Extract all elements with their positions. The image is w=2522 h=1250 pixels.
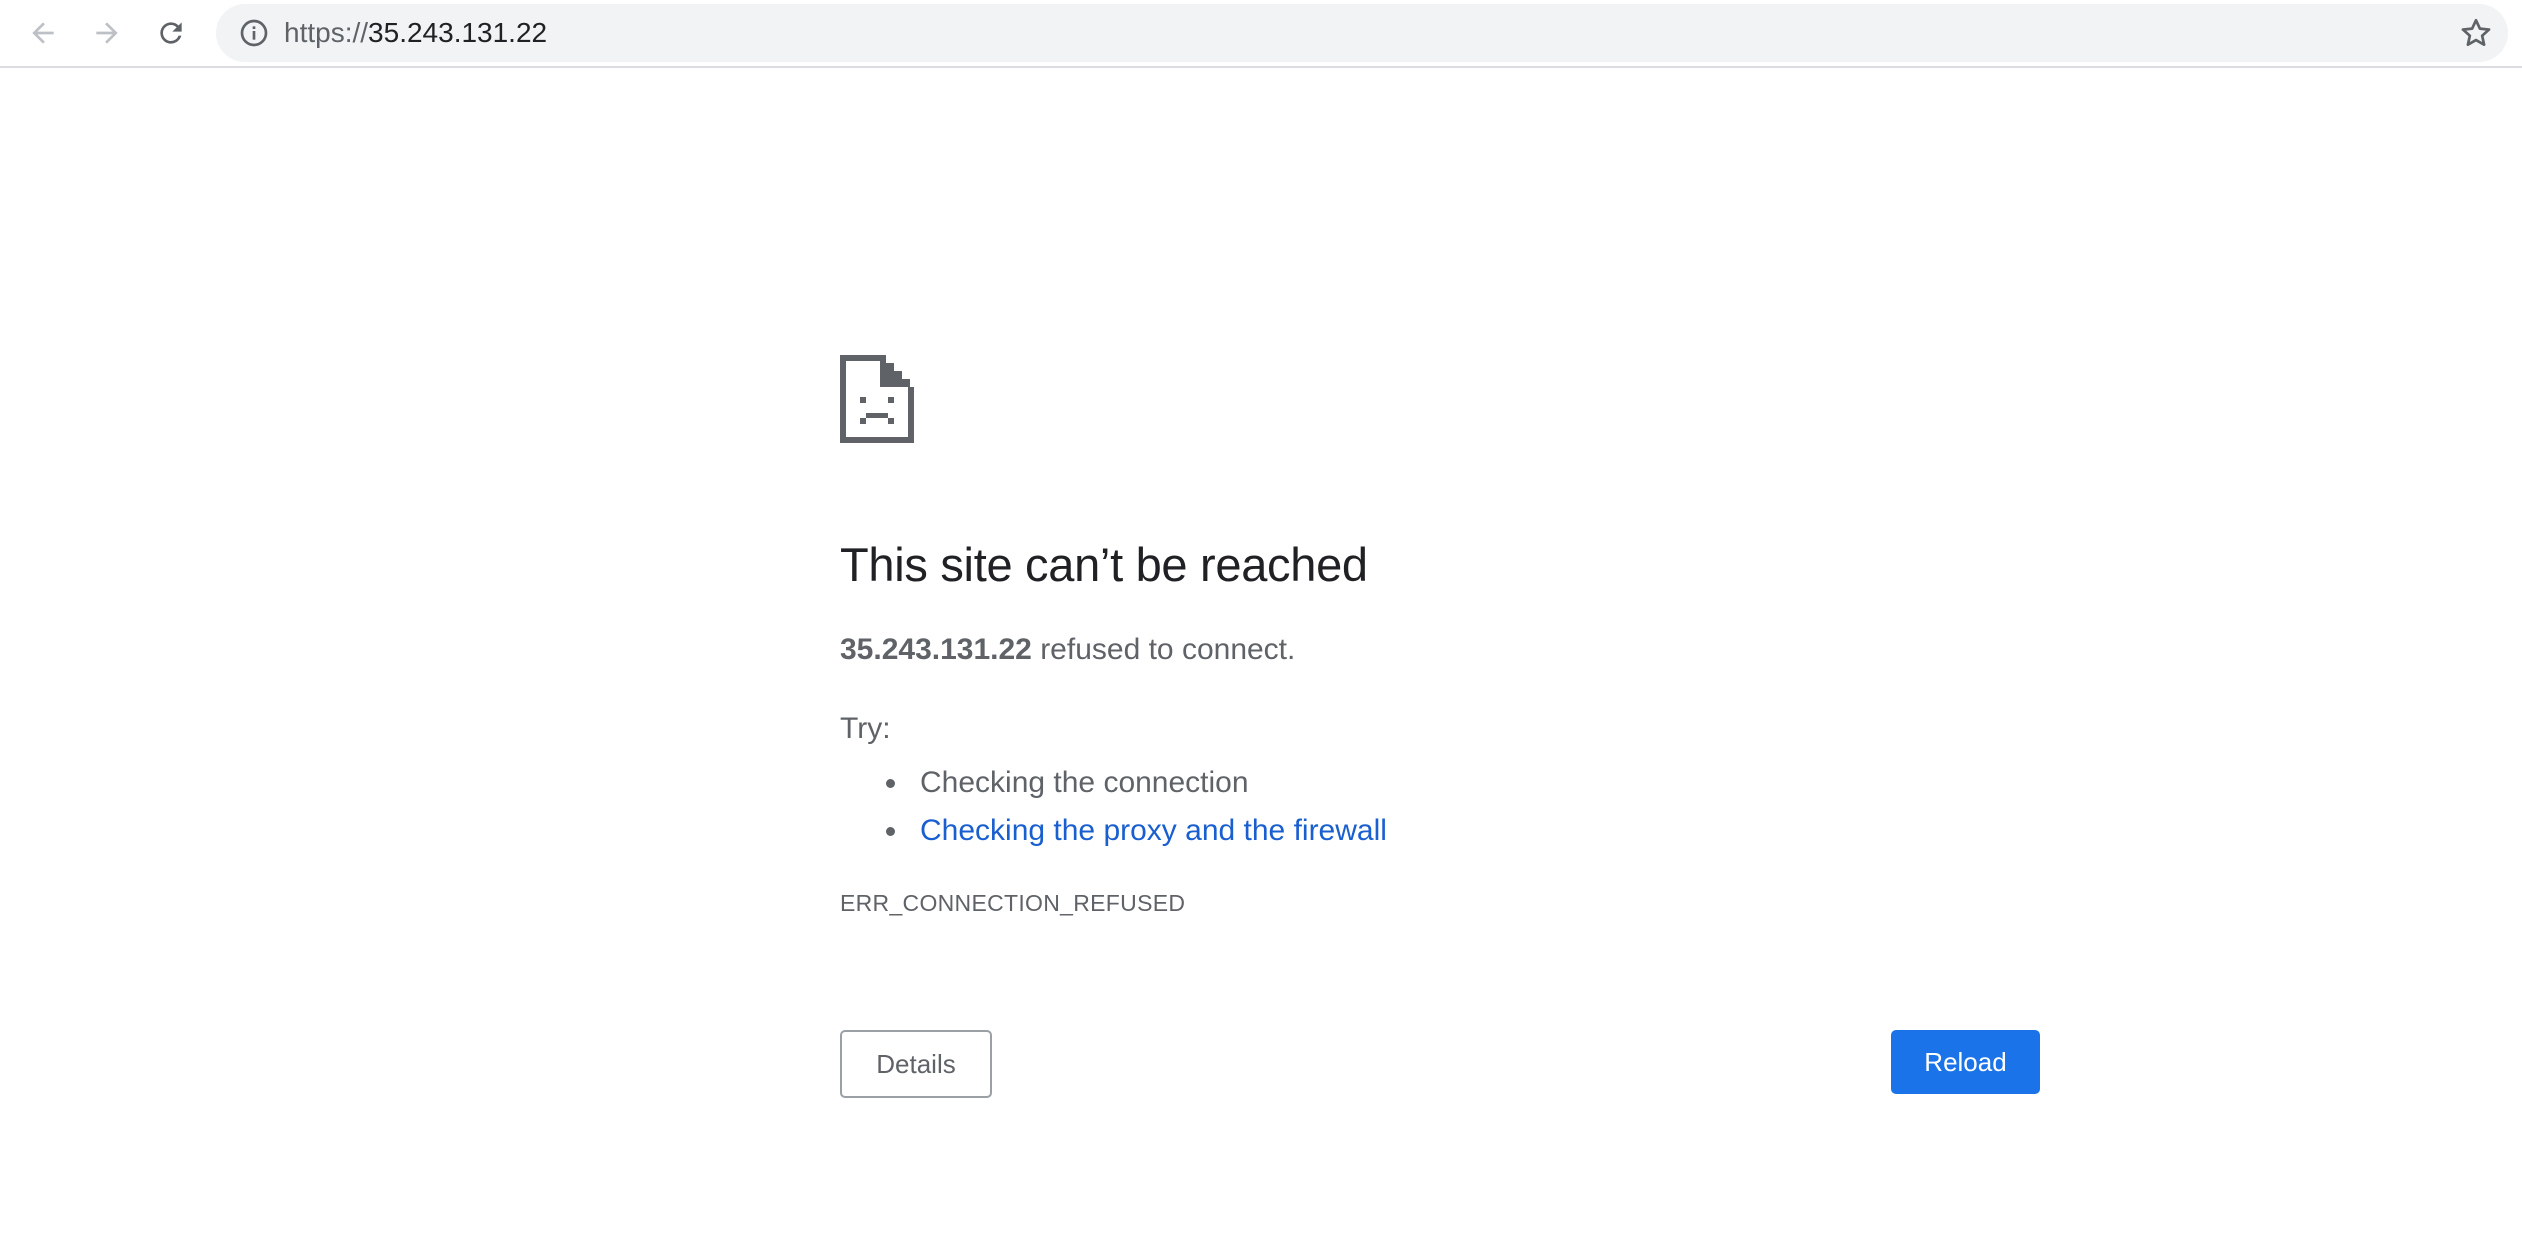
star-icon[interactable] — [2458, 15, 2494, 51]
arrow-right-icon — [96, 22, 118, 44]
reload-button[interactable]: Reload — [1891, 1030, 2040, 1094]
info-icon[interactable] — [238, 17, 270, 49]
browser-toolbar: https://35.243.131.22 — [0, 0, 2522, 68]
forward-button[interactable] — [84, 10, 130, 56]
try-label: Try: — [840, 712, 891, 745]
details-button[interactable]: Details — [840, 1030, 992, 1098]
error-heading: This site can’t be reached — [840, 538, 1368, 591]
reload-icon — [160, 22, 182, 44]
arrow-left-icon — [32, 22, 54, 44]
suggestion-check-connection: Checking the connection — [920, 766, 1249, 799]
suggestion-item: Checking the connection — [840, 759, 1387, 807]
error-summary-rest: refused to connect. — [1031, 633, 1296, 666]
suggestion-item: Checking the proxy and the firewall — [840, 807, 1387, 855]
error-summary: 35.243.131.22 refused to connect. — [840, 633, 1295, 667]
back-button[interactable] — [20, 10, 66, 56]
error-code: ERR_CONNECTION_REFUSED — [840, 890, 1186, 916]
url-text[interactable]: https://35.243.131.22 — [284, 4, 547, 62]
url-host: 35.243.131.22 — [368, 17, 548, 48]
sad-page-icon — [840, 355, 914, 443]
suggestions-list: Checking the connection Checking the pro… — [840, 759, 1387, 855]
address-bar[interactable]: https://35.243.131.22 — [216, 4, 2508, 62]
url-scheme: https:// — [284, 17, 369, 48]
error-host: 35.243.131.22 — [840, 633, 1032, 666]
reload-page-button[interactable] — [148, 10, 194, 56]
proxy-firewall-link[interactable]: Checking the proxy and the firewall — [920, 814, 1387, 847]
